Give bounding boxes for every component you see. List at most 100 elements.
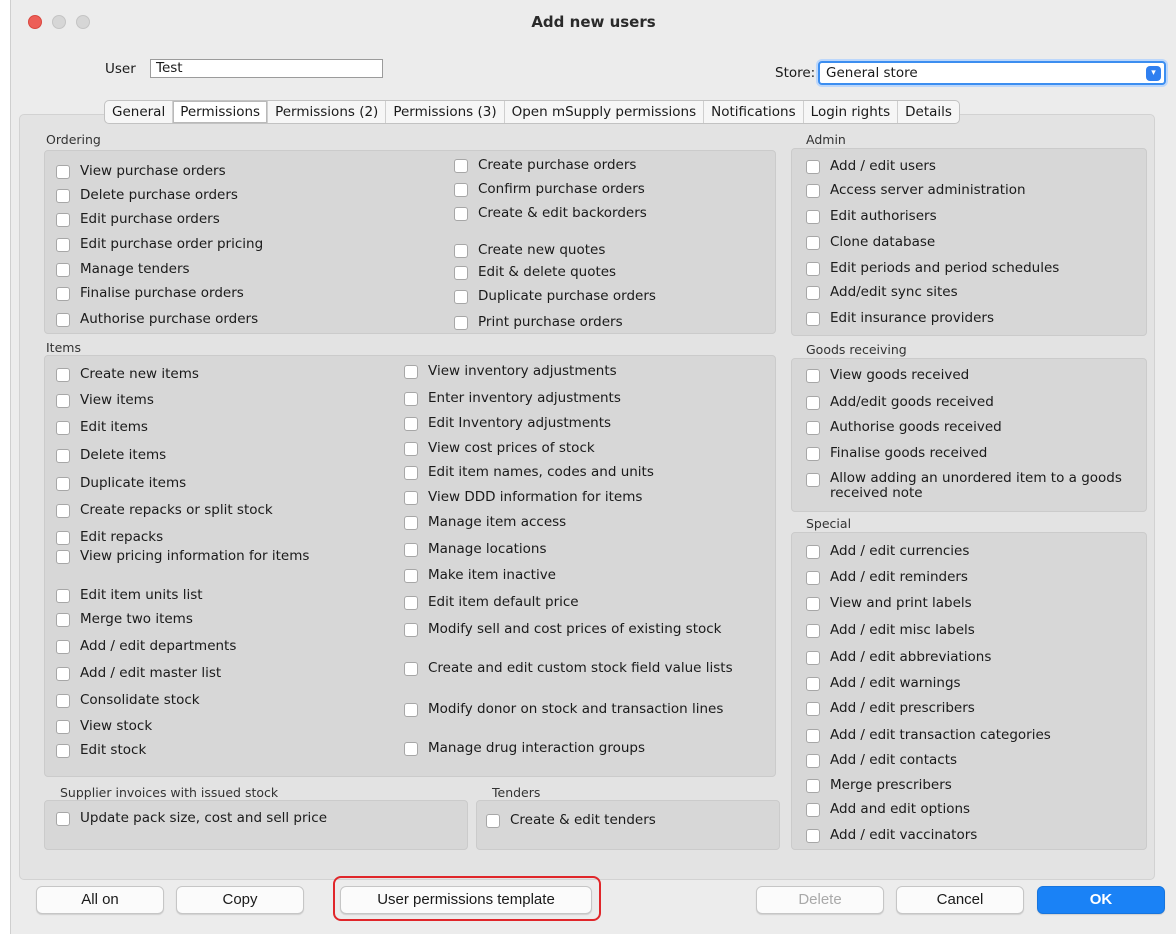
permission-checkbox[interactable]: Duplicate items — [56, 475, 186, 491]
checkbox-box[interactable] — [56, 287, 70, 301]
permission-checkbox[interactable]: Create & edit tenders — [486, 812, 656, 828]
checkbox-box[interactable] — [806, 829, 820, 843]
permission-checkbox[interactable]: View items — [56, 392, 154, 408]
permission-checkbox[interactable]: Add / edit reminders — [806, 569, 968, 585]
permission-checkbox[interactable]: Create repacks or split stock — [56, 502, 273, 518]
checkbox-box[interactable] — [454, 183, 468, 197]
delete-button[interactable]: Delete — [756, 886, 884, 914]
ok-button[interactable]: OK — [1037, 886, 1165, 914]
permission-checkbox[interactable]: Create new items — [56, 366, 199, 382]
checkbox-box[interactable] — [56, 165, 70, 179]
permission-checkbox[interactable]: Edit insurance providers — [806, 310, 994, 326]
checkbox-box[interactable] — [806, 803, 820, 817]
permission-checkbox[interactable]: Edit authorisers — [806, 208, 937, 224]
permission-checkbox[interactable]: Merge prescribers — [806, 777, 952, 793]
permission-checkbox[interactable]: Make item inactive — [404, 567, 556, 583]
checkbox-box[interactable] — [56, 613, 70, 627]
permission-checkbox[interactable]: View and print labels — [806, 595, 972, 611]
permission-checkbox[interactable]: Edit item default price — [404, 594, 579, 610]
checkbox-box[interactable] — [404, 703, 418, 717]
permission-checkbox[interactable]: Edit item units list — [56, 587, 203, 603]
permission-checkbox[interactable]: Edit stock — [56, 742, 146, 758]
checkbox-box[interactable] — [806, 624, 820, 638]
copy-button[interactable]: Copy — [176, 886, 304, 914]
tab-item[interactable]: General — [105, 101, 174, 123]
checkbox-box[interactable] — [806, 369, 820, 383]
checkbox-box[interactable] — [404, 466, 418, 480]
checkbox-box[interactable] — [806, 396, 820, 410]
checkbox-box[interactable] — [56, 449, 70, 463]
permission-checkbox[interactable]: Edit purchase order pricing — [56, 236, 263, 252]
checkbox-box[interactable] — [806, 473, 820, 487]
permission-checkbox[interactable]: Modify sell and cost prices of existing … — [404, 621, 722, 637]
checkbox-box[interactable] — [454, 316, 468, 330]
permission-checkbox[interactable]: Create new quotes — [454, 242, 605, 258]
permission-checkbox[interactable]: Add / edit misc labels — [806, 622, 975, 638]
checkbox-box[interactable] — [404, 365, 418, 379]
checkbox-box[interactable] — [806, 779, 820, 793]
permission-checkbox[interactable]: Modify donor on stock and transaction li… — [404, 701, 723, 717]
permission-checkbox[interactable]: Add/edit goods received — [806, 394, 994, 410]
permission-checkbox[interactable]: Print purchase orders — [454, 314, 623, 330]
permission-checkbox[interactable]: Create & edit backorders — [454, 205, 647, 221]
checkbox-box[interactable] — [56, 667, 70, 681]
permission-checkbox[interactable]: View cost prices of stock — [404, 440, 595, 456]
checkbox-box[interactable] — [454, 266, 468, 280]
checkbox-box[interactable] — [806, 651, 820, 665]
tab-item[interactable]: Permissions — [173, 101, 269, 123]
tab-item[interactable]: Open mSupply permissions — [505, 101, 705, 123]
checkbox-box[interactable] — [56, 313, 70, 327]
checkbox-box[interactable] — [56, 477, 70, 491]
checkbox-box[interactable] — [404, 491, 418, 505]
checkbox-box[interactable] — [806, 210, 820, 224]
checkbox-box[interactable] — [404, 596, 418, 610]
checkbox-box[interactable] — [404, 516, 418, 530]
checkbox-box[interactable] — [56, 421, 70, 435]
checkbox-box[interactable] — [454, 290, 468, 304]
permission-checkbox[interactable]: Add / edit contacts — [806, 752, 957, 768]
checkbox-box[interactable] — [806, 597, 820, 611]
permission-checkbox[interactable]: Duplicate purchase orders — [454, 288, 656, 304]
permission-checkbox[interactable]: View DDD information for items — [404, 489, 642, 505]
permission-checkbox[interactable]: Add and edit options — [806, 801, 970, 817]
checkbox-box[interactable] — [56, 720, 70, 734]
checkbox-box[interactable] — [454, 244, 468, 258]
permission-checkbox[interactable]: Edit repacks — [56, 529, 163, 545]
permission-checkbox[interactable]: Add / edit transaction categories — [806, 727, 1051, 743]
checkbox-box[interactable] — [56, 589, 70, 603]
permission-checkbox[interactable]: Finalise purchase orders — [56, 285, 244, 301]
all-on-button[interactable]: All on — [36, 886, 164, 914]
permission-checkbox[interactable]: Add / edit prescribers — [806, 700, 975, 716]
checkbox-box[interactable] — [404, 569, 418, 583]
checkbox-box[interactable] — [806, 286, 820, 300]
permission-checkbox[interactable]: Add/edit sync sites — [806, 284, 958, 300]
checkbox-box[interactable] — [806, 729, 820, 743]
permission-checkbox[interactable]: Manage locations — [404, 541, 547, 557]
checkbox-box[interactable] — [404, 742, 418, 756]
permission-checkbox[interactable]: Update pack size, cost and sell price — [56, 810, 327, 826]
checkbox-box[interactable] — [404, 417, 418, 431]
permission-checkbox[interactable]: Delete items — [56, 447, 166, 463]
permission-checkbox[interactable]: Edit Inventory adjustments — [404, 415, 611, 431]
checkbox-box[interactable] — [404, 543, 418, 557]
tab-item[interactable]: Notifications — [704, 101, 804, 123]
permission-checkbox[interactable]: Add / edit abbreviations — [806, 649, 991, 665]
permission-checkbox[interactable]: Manage tenders — [56, 261, 190, 277]
checkbox-box[interactable] — [404, 442, 418, 456]
permission-checkbox[interactable]: Confirm purchase orders — [454, 181, 645, 197]
permission-checkbox[interactable]: View purchase orders — [56, 163, 226, 179]
checkbox-box[interactable] — [806, 160, 820, 174]
checkbox-box[interactable] — [806, 545, 820, 559]
permission-checkbox[interactable]: Allow adding an unordered item to a good… — [806, 471, 1126, 501]
checkbox-box[interactable] — [56, 504, 70, 518]
checkbox-box[interactable] — [56, 812, 70, 826]
tab-item[interactable]: Permissions (2) — [268, 101, 387, 123]
permission-checkbox[interactable]: Access server administration — [806, 182, 1026, 198]
checkbox-box[interactable] — [56, 550, 70, 564]
permission-checkbox[interactable]: Authorise purchase orders — [56, 311, 258, 327]
permission-checkbox[interactable]: Clone database — [806, 234, 935, 250]
checkbox-box[interactable] — [404, 662, 418, 676]
checkbox-box[interactable] — [454, 159, 468, 173]
permission-checkbox[interactable]: View stock — [56, 718, 152, 734]
permission-checkbox[interactable]: Merge two items — [56, 611, 193, 627]
